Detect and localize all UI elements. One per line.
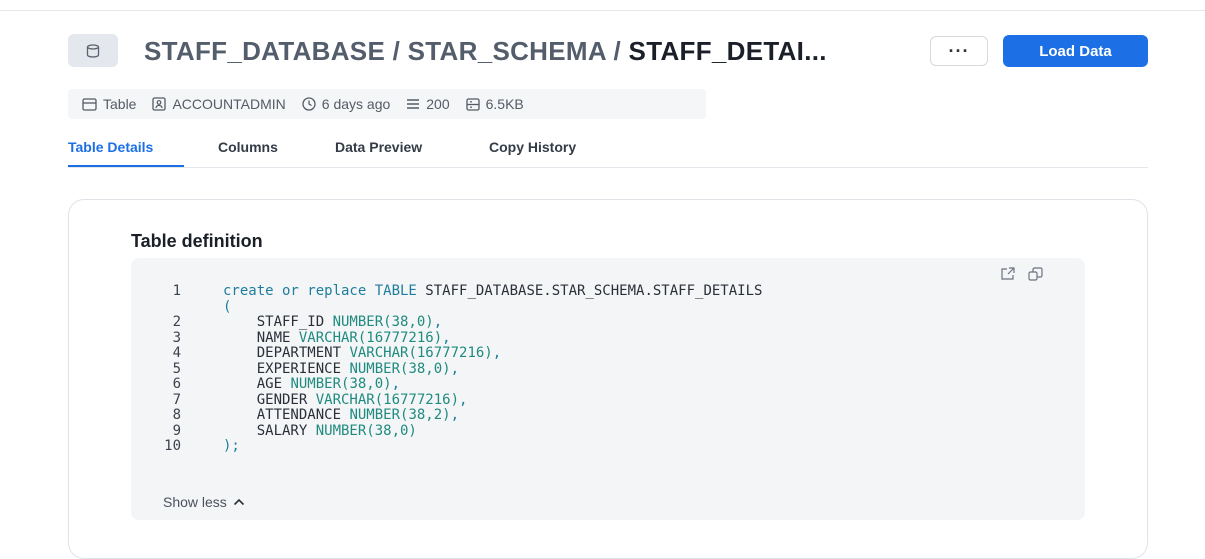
code-text: AGE NUMBER(38,0),	[223, 376, 401, 392]
meta-rows: 200	[406, 96, 450, 112]
copy-icon[interactable]	[1028, 267, 1043, 281]
tab-copy-history[interactable]: Copy History	[489, 139, 576, 155]
show-less-label: Show less	[163, 494, 227, 510]
meta-rows-label: 200	[426, 96, 450, 112]
code-text: SALARY NUMBER(38,0)	[223, 422, 417, 439]
table-icon	[82, 97, 97, 111]
code-text: (	[223, 298, 232, 315]
meta-type: Table	[82, 96, 136, 112]
clock-icon	[302, 97, 316, 111]
tab-table-details[interactable]: Table Details	[68, 139, 153, 155]
load-data-button[interactable]: Load Data	[1003, 35, 1148, 67]
chevron-up-icon	[233, 498, 244, 506]
section-title: Table definition	[131, 231, 263, 251]
code-text: DEPARTMENT VARCHAR(16777216),	[223, 345, 502, 361]
code-text: STAFF_ID NUMBER(38,0),	[223, 314, 443, 330]
code-text: ATTENDANCE NUMBER(38,2),	[223, 407, 460, 423]
breadcrumb-current: STAFF_DETAI...	[628, 36, 827, 66]
active-tab-indicator	[68, 165, 184, 167]
code-text: NAME VARCHAR(16777216),	[223, 329, 451, 346]
meta-size-label: 6.5KB	[485, 96, 524, 112]
breadcrumb-path[interactable]: STAFF_DATABASE / STAR_SCHEMA /	[144, 36, 629, 66]
line-number: 4	[172, 345, 181, 361]
line-number: 10	[164, 438, 181, 454]
meta-size: 6.5KB	[465, 96, 524, 112]
line-number: 6	[172, 376, 181, 392]
storage-icon	[465, 97, 480, 111]
table-meta-bar: Table ACCOUNTADMIN 6 days ago 200 6.5KB	[68, 89, 706, 119]
open-external-icon[interactable]	[1000, 267, 1016, 281]
code-text: );	[223, 438, 240, 454]
line-number: 2	[172, 314, 181, 330]
code-block: 1 create or replace TABLE STAFF_DATABASE.…	[131, 258, 1085, 520]
line-number: 1	[172, 283, 181, 299]
top-divider	[0, 10, 1205, 11]
line-number: 7	[172, 391, 181, 408]
meta-owner-label: ACCOUNTADMIN	[172, 96, 286, 112]
meta-modified: 6 days ago	[302, 96, 391, 112]
detail-tabs: Table Details Columns Data Preview Copy …	[68, 139, 1148, 168]
more-options-button[interactable]: ···	[930, 36, 988, 66]
line-number: 5	[172, 360, 181, 377]
code-text: GENDER VARCHAR(16777216),	[223, 391, 468, 408]
line-number: 8	[172, 407, 181, 423]
tab-data-preview[interactable]: Data Preview	[335, 139, 422, 155]
code-text: create or replace TABLE STAFF_DATABASE.S…	[223, 283, 763, 299]
code-toolbar	[1000, 267, 1043, 281]
tab-columns[interactable]: Columns	[218, 139, 278, 155]
database-icon	[68, 34, 118, 67]
meta-type-label: Table	[103, 96, 137, 112]
code-text: EXPERIENCE NUMBER(38,0),	[223, 360, 460, 377]
rows-icon	[407, 99, 420, 109]
meta-modified-label: 6 days ago	[321, 96, 391, 112]
line-number: 9	[172, 422, 181, 439]
show-less-toggle[interactable]: Show less	[163, 494, 245, 510]
page-title: STAFF_DATABASE / STAR_SCHEMA / STAFF_DET…	[144, 36, 827, 67]
line-number: 3	[172, 329, 181, 346]
table-definition-card: Table definition 1 create or replace TABL…	[68, 199, 1148, 559]
meta-owner: ACCOUNTADMIN	[152, 96, 286, 112]
page-header: STAFF_DATABASE / STAR_SCHEMA / STAFF_DET…	[68, 34, 1148, 70]
owner-icon	[152, 97, 167, 111]
